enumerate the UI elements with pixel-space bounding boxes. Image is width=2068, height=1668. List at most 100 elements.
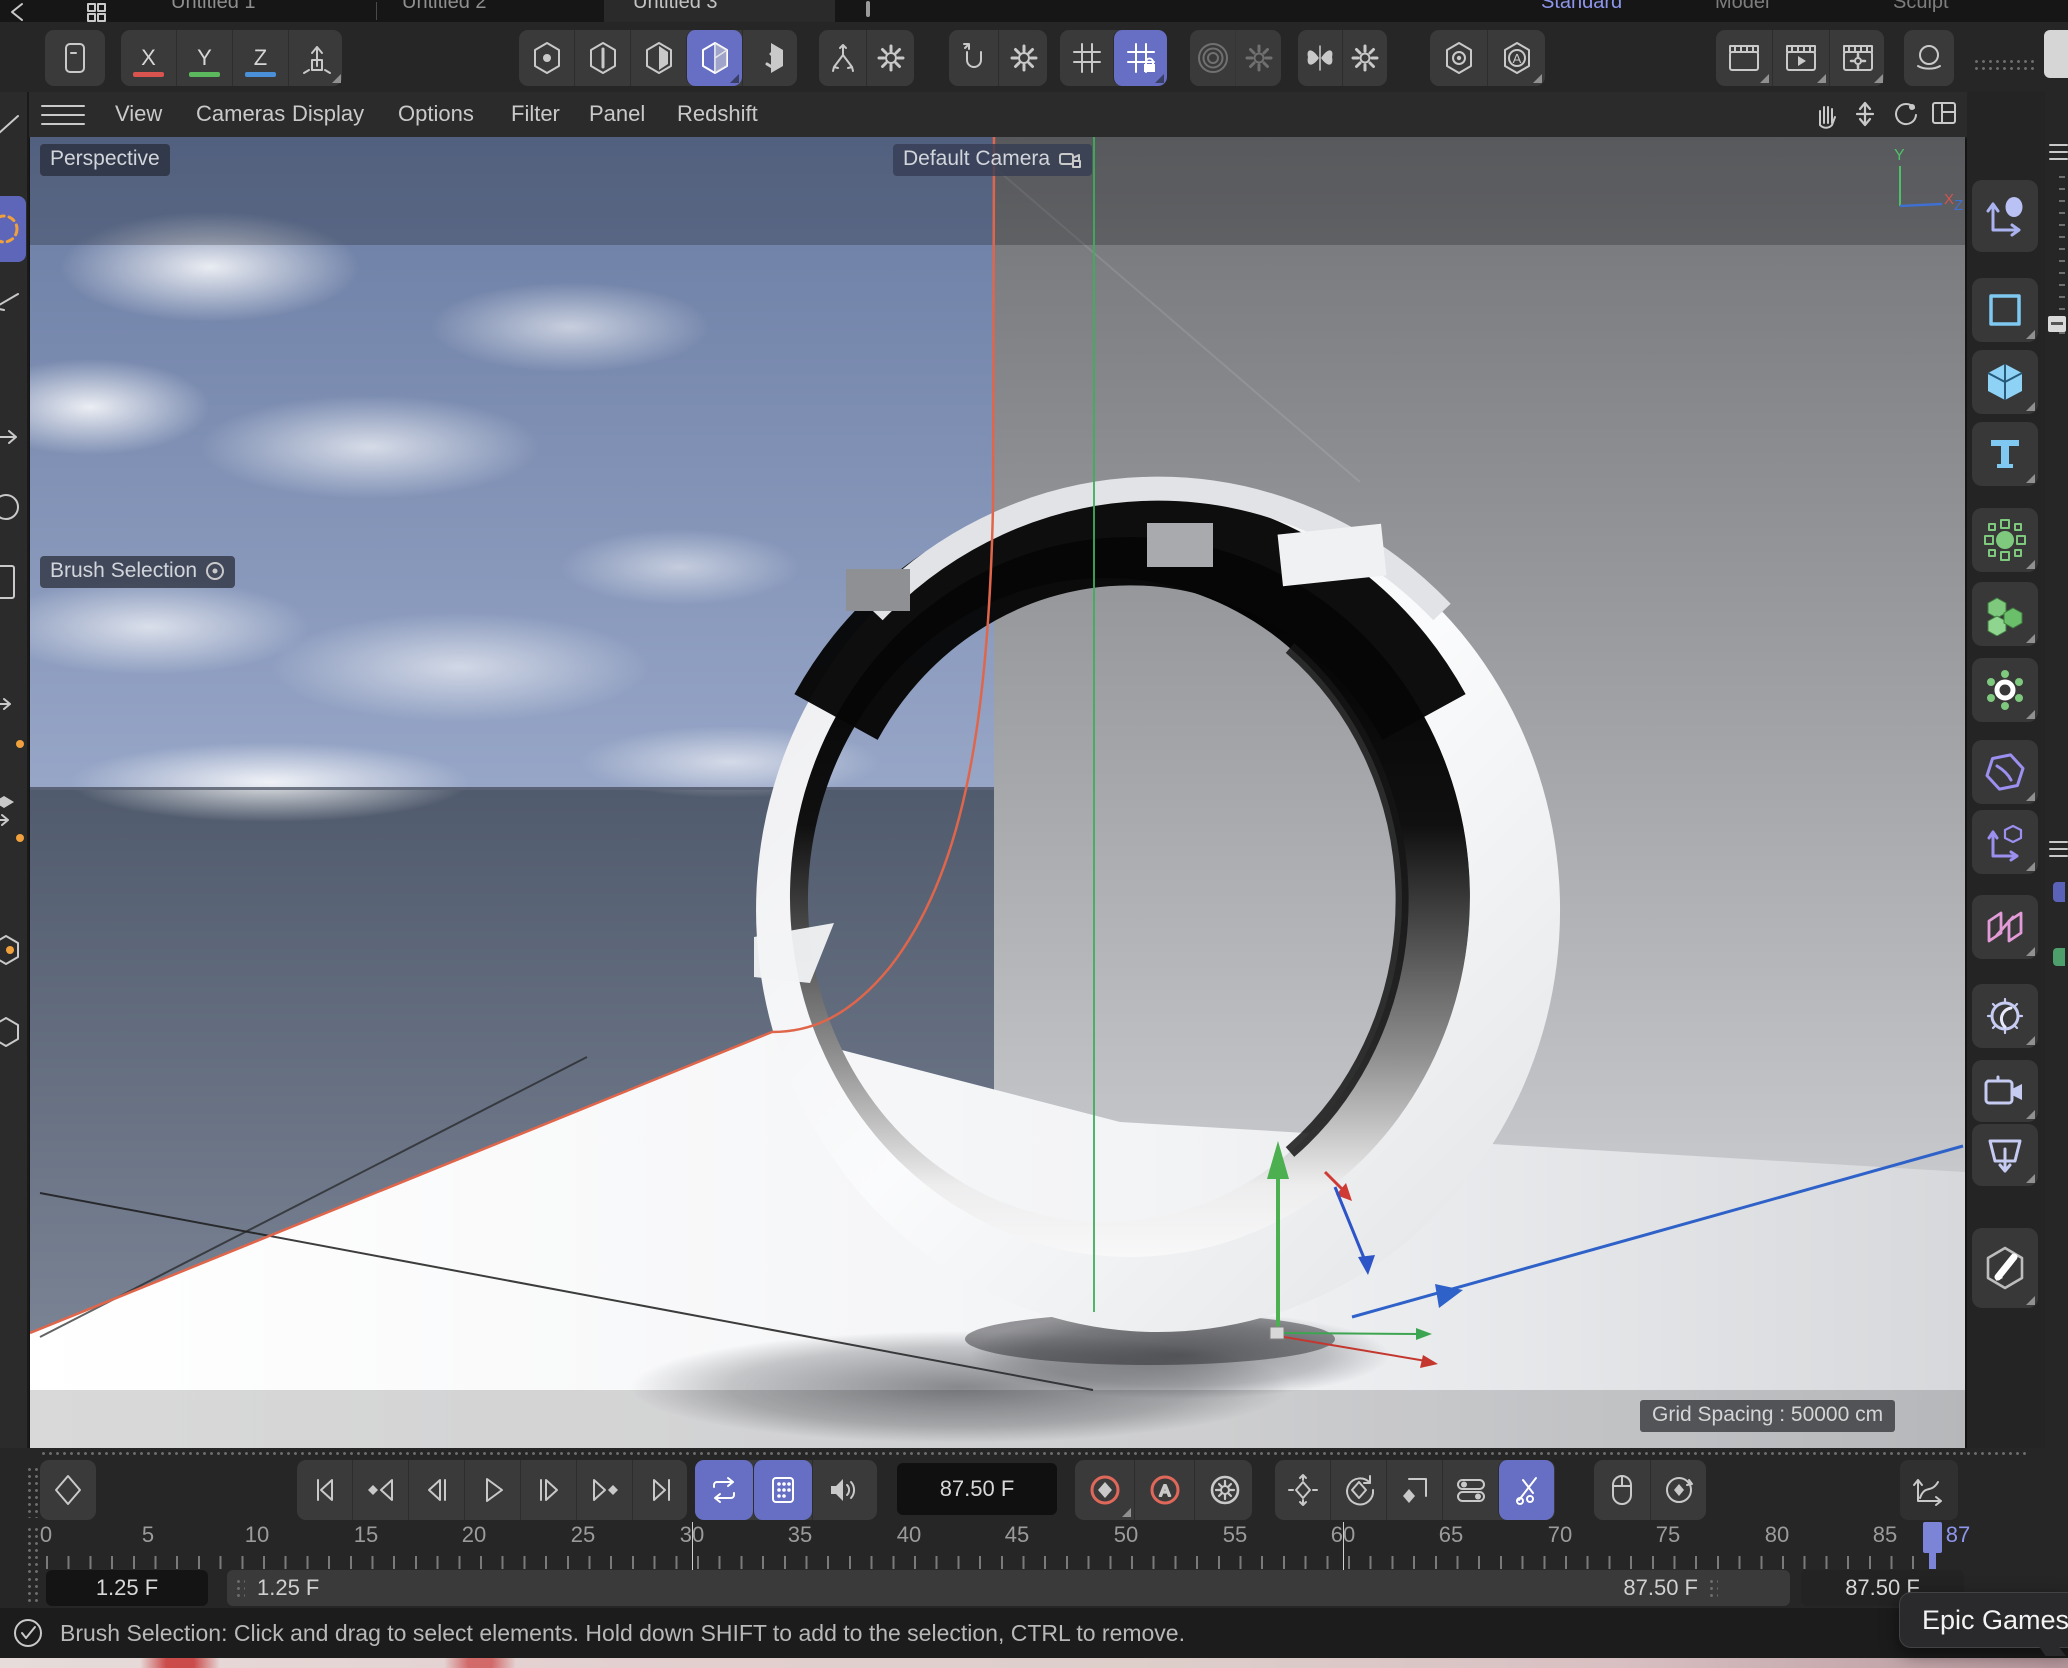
character-rig-icon[interactable] (819, 30, 866, 86)
previous-frame-button[interactable] (408, 1460, 464, 1520)
play-mode-button[interactable] (753, 1460, 812, 1520)
mode-axis-icon[interactable] (742, 30, 798, 86)
snap-magnet-icon[interactable] (949, 30, 998, 86)
range-slider-track[interactable]: 1.25 F 87.50 F (227, 1570, 1790, 1606)
key-scale-button[interactable] (1386, 1460, 1442, 1520)
rig-settings-gear-icon[interactable] (866, 30, 914, 86)
rotate-icon[interactable] (0, 490, 24, 524)
keyframe-settings-button[interactable] (1194, 1460, 1254, 1520)
scale-icon[interactable] (0, 562, 24, 602)
pan-hand-icon[interactable] (1810, 99, 1840, 129)
symmetry-mirror-button[interactable] (1972, 895, 2038, 959)
tab-pin-icon[interactable] (866, 1, 870, 17)
menu-display[interactable]: Display (292, 101, 364, 127)
layout-tab-model[interactable]: Model (1715, 0, 1769, 14)
render-settings-icon[interactable] (1829, 30, 1886, 86)
toolbar-grip[interactable] (1973, 58, 2035, 72)
collapse-box-icon[interactable] (2048, 316, 2066, 332)
layout-tab-standard[interactable]: Standard (1541, 0, 1622, 14)
layout-grid-icon[interactable] (86, 2, 108, 22)
key-parameter-button[interactable] (1442, 1460, 1498, 1520)
keyframe-diamond-button[interactable] (40, 1460, 96, 1520)
close-polygon-icon[interactable] (0, 1014, 24, 1052)
range-start-field[interactable]: 1.25 F (46, 1570, 208, 1606)
previous-key-button[interactable] (352, 1460, 408, 1520)
record-mouse-button[interactable] (1594, 1460, 1650, 1520)
soft-selection-icon[interactable] (1190, 30, 1235, 86)
loop-playback-button[interactable] (695, 1460, 753, 1520)
key-rotation-button[interactable] (1330, 1460, 1386, 1520)
deformer-bend-button[interactable] (1972, 740, 2038, 804)
render-picture-viewer-icon[interactable] (1772, 30, 1829, 86)
axis-gizmo-icon[interactable] (288, 30, 344, 86)
camera-button[interactable] (1972, 1060, 2038, 1122)
tab-untitled-1[interactable]: Untitled 1 (171, 0, 256, 14)
live-selection-icon[interactable] (0, 108, 26, 142)
volume-cubes-button[interactable] (1972, 582, 2038, 646)
dolly-arrows-icon[interactable] (1850, 99, 1880, 129)
go-to-start-button[interactable] (297, 1460, 352, 1520)
interactive-render-region-icon[interactable] (1904, 30, 1954, 86)
soft-selection-gear-icon[interactable] (1235, 30, 1281, 86)
orbit-rotate-icon[interactable] (1891, 99, 1921, 129)
tab-untitled-3-active[interactable]: Untitled 3 (604, 0, 835, 22)
next-frame-button[interactable] (520, 1460, 576, 1520)
grid-icon[interactable] (1060, 30, 1113, 86)
polygon-pen-icon[interactable] (0, 284, 24, 318)
next-key-button[interactable] (576, 1460, 632, 1520)
menu-view[interactable]: View (115, 101, 162, 127)
show-fcurves-button[interactable] (1900, 1460, 1958, 1520)
lock-x-button[interactable]: X (121, 30, 176, 86)
tab-untitled-2[interactable]: Untitled 2 (402, 0, 487, 14)
simulation-gear-button[interactable] (1972, 658, 2038, 722)
extrude-icon[interactable] (0, 692, 18, 716)
material-pencil-button[interactable] (1972, 1228, 2038, 1308)
move-tool-button[interactable] (1972, 180, 2038, 252)
panel-menu-icon[interactable] (2049, 142, 2068, 162)
lock-y-button[interactable]: Y (176, 30, 232, 86)
go-to-end-button[interactable] (632, 1460, 688, 1520)
generator-handles-button[interactable] (1972, 508, 2038, 572)
autokey-button[interactable]: A (1134, 1460, 1194, 1520)
grid-lock-icon-selected[interactable] (1113, 30, 1167, 86)
hamburger-menu-icon[interactable] (40, 102, 88, 128)
back-chevron-icon[interactable] (8, 2, 28, 22)
bevel-icon[interactable] (0, 792, 20, 828)
primitive-cube-button[interactable] (1972, 350, 2038, 414)
move-icon[interactable] (0, 422, 24, 452)
current-frame-field[interactable]: 87.50 F (897, 1463, 1057, 1515)
symmetry-gear-icon[interactable] (1342, 30, 1387, 86)
viewport-solo-off-icon[interactable] (1430, 30, 1487, 86)
symmetry-icon[interactable] (1298, 30, 1342, 86)
viewport-canvas[interactable] (30, 137, 1965, 1448)
stage-floor-button[interactable] (1972, 1124, 2038, 1186)
mode-polygons-icon[interactable] (630, 30, 686, 86)
key-pla-button[interactable] (1498, 1460, 1554, 1520)
play-button[interactable] (464, 1460, 520, 1520)
menu-cameras[interactable]: Cameras (196, 101, 285, 127)
menu-options[interactable]: Options (398, 101, 474, 127)
maximize-frame-icon[interactable] (1930, 100, 1958, 128)
record-keyframe-button[interactable] (1075, 1460, 1134, 1520)
transport-grip[interactable] (26, 1466, 40, 1518)
spline-rectangle-button[interactable] (1972, 278, 2038, 342)
timeline-grip-row[interactable] (40, 1450, 2030, 1458)
render-view-icon[interactable] (1716, 30, 1772, 86)
axis-modify-button[interactable] (1972, 810, 2038, 874)
lock-z-button[interactable]: Z (232, 30, 288, 86)
panel-menu-icon[interactable] (2049, 840, 2068, 858)
sound-toggle-button[interactable] (812, 1460, 871, 1520)
viewport-solo-auto-icon[interactable]: A (1487, 30, 1545, 86)
menu-redshift[interactable]: Redshift (677, 101, 758, 127)
menu-filter[interactable]: Filter (511, 101, 560, 127)
brush-selection-tool-active[interactable] (0, 196, 26, 262)
record-rotation-button[interactable] (1650, 1460, 1707, 1520)
key-position-button[interactable] (1275, 1460, 1330, 1520)
snap-settings-gear-icon[interactable] (998, 30, 1048, 86)
playhead[interactable] (1923, 1522, 1942, 1553)
knife-hexagon-icon[interactable] (0, 932, 24, 972)
camera-lock-icon[interactable] (1058, 149, 1082, 169)
mode-edges-icon[interactable] (574, 30, 630, 86)
mode-points-icon[interactable] (519, 30, 574, 86)
light-button[interactable] (1972, 984, 2038, 1048)
